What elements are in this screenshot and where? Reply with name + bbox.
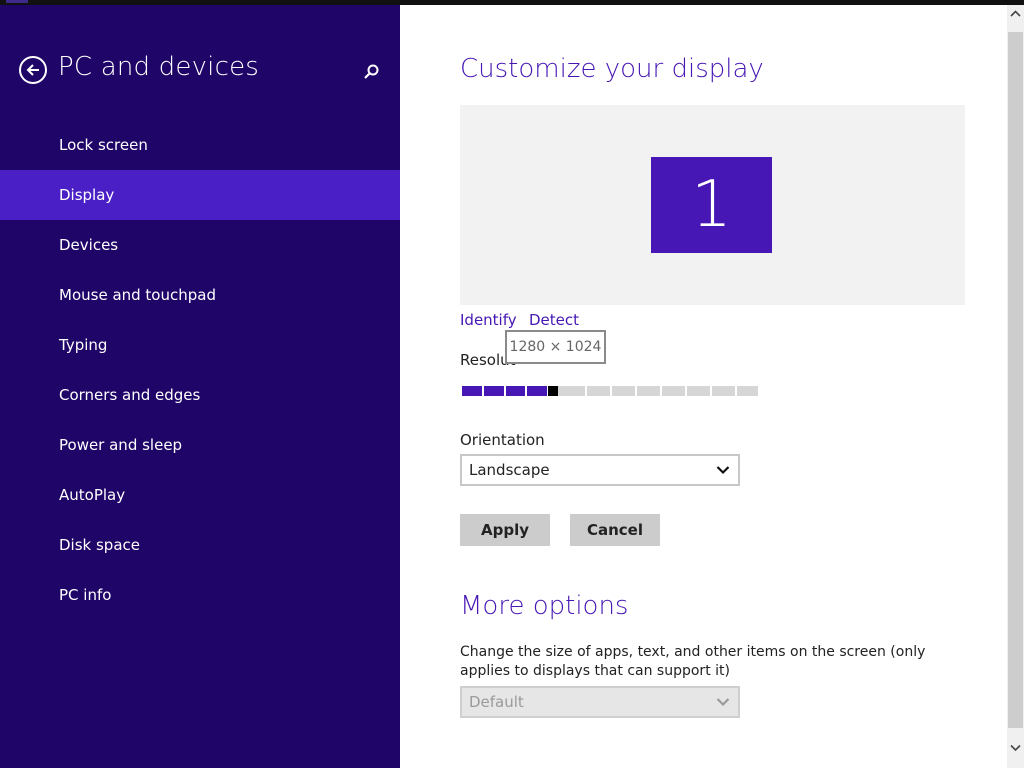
sidebar: PC and devices Lock screen Display Devic…: [0, 5, 400, 768]
sidebar-item-mouse-and-touchpad[interactable]: Mouse and touchpad: [0, 270, 400, 320]
slider-tick: [758, 386, 760, 396]
cancel-button[interactable]: Cancel: [570, 514, 660, 546]
scale-description: Change the size of apps, text, and other…: [460, 644, 926, 679]
slider-tick: [610, 386, 612, 396]
monitor-1[interactable]: 1: [651, 157, 772, 253]
slider-tick: [585, 386, 587, 396]
sidebar-item-autoplay[interactable]: AutoPlay: [0, 470, 400, 520]
chevron-down-icon: [716, 466, 730, 475]
sidebar-item-display[interactable]: Display: [0, 170, 400, 220]
slider-tick: [504, 386, 506, 396]
slider-tick: [460, 386, 462, 396]
sidebar-item-disk-space[interactable]: Disk space: [0, 520, 400, 570]
slider-tick: [635, 386, 637, 396]
slider-tick: [482, 386, 484, 396]
scroll-down-button[interactable]: [1007, 739, 1024, 756]
orientation-dropdown[interactable]: Landscape: [460, 454, 740, 486]
main-content: Customize your display 1 Identify Detect…: [400, 5, 1007, 768]
sidebar-item-power-and-sleep[interactable]: Power and sleep: [0, 420, 400, 470]
sidebar-item-typing[interactable]: Typing: [0, 320, 400, 370]
search-icon: [364, 64, 379, 79]
resolution-tooltip: 1280 × 1024: [505, 330, 606, 364]
scroll-up-button[interactable]: [1007, 5, 1024, 22]
slider-tick: [735, 386, 737, 396]
back-button[interactable]: [19, 56, 47, 84]
chevron-down-icon: [1010, 744, 1021, 752]
slider-tick: [525, 386, 527, 396]
orientation-value: Landscape: [469, 461, 550, 479]
orientation-label: Orientation: [460, 431, 545, 449]
slider-track-empty: [558, 386, 760, 396]
page-title: Customize your display: [460, 54, 764, 84]
sidebar-title: PC and devices: [58, 52, 260, 82]
sidebar-item-devices[interactable]: Devices: [0, 220, 400, 270]
more-options-title: More options: [460, 591, 629, 621]
sidebar-nav: Lock screen Display Devices Mouse and to…: [0, 120, 400, 620]
slider-thumb[interactable]: [548, 386, 558, 396]
identify-link[interactable]: Identify: [460, 311, 517, 329]
apply-button[interactable]: Apply: [460, 514, 550, 546]
chevron-down-icon: [716, 698, 730, 707]
sidebar-item-corners-and-edges[interactable]: Corners and edges: [0, 370, 400, 420]
display-preview: 1: [460, 105, 965, 305]
search-button[interactable]: [360, 61, 382, 83]
back-arrow-icon: [26, 64, 39, 76]
vertical-scrollbar[interactable]: [1007, 5, 1024, 768]
detect-link[interactable]: Detect: [529, 311, 579, 329]
slider-tick: [685, 386, 687, 396]
scale-dropdown[interactable]: Default: [460, 686, 740, 718]
sidebar-item-pc-info[interactable]: PC info: [0, 570, 400, 620]
chevron-up-icon: [1010, 10, 1021, 17]
resolution-slider[interactable]: [460, 386, 760, 396]
slider-tick: [710, 386, 712, 396]
scale-value: Default: [469, 693, 524, 711]
scroll-thumb[interactable]: [1008, 32, 1023, 728]
top-bar-accent: [6, 0, 28, 3]
sidebar-item-lock-screen[interactable]: Lock screen: [0, 120, 400, 170]
slider-tick: [660, 386, 662, 396]
